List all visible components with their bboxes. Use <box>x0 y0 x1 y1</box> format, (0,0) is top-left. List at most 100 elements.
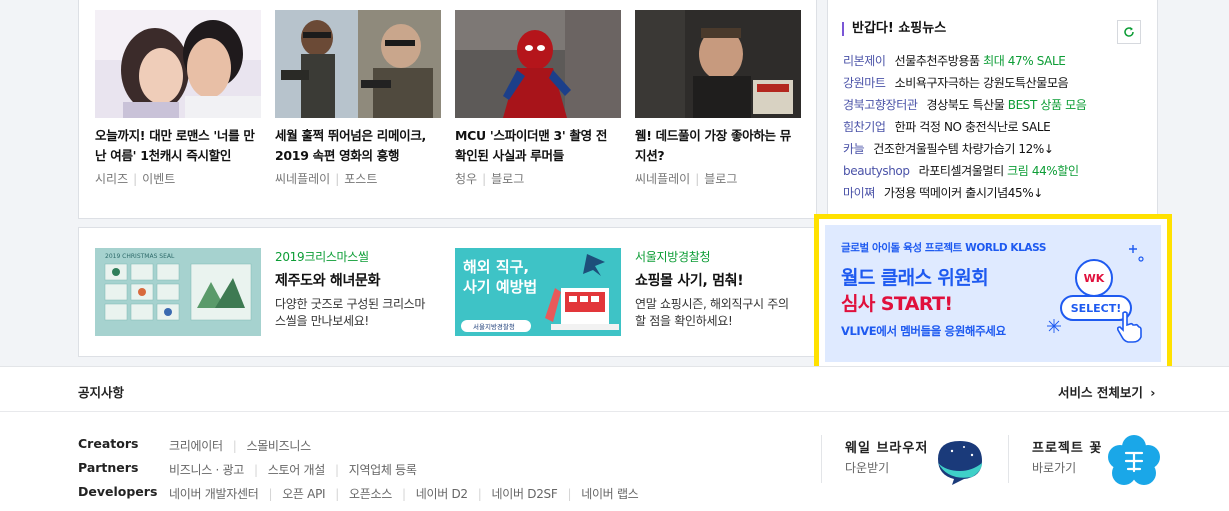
promo-thumbnail[interactable]: 2019 CHRISTMAS SEAL <box>95 248 261 336</box>
sparkle-icon <box>1129 245 1144 262</box>
video-title[interactable]: 오늘까지! 대만 로맨스 '너를 만난 여름' 1천캐시 즉시할인 <box>95 126 261 166</box>
news-shop[interactable]: 리본제이 <box>843 52 886 69</box>
promo-desc[interactable]: 연말 쇼핑시즌, 해외직구시 주의할 점을 확인하세요! <box>635 296 795 330</box>
footer-link[interactable]: 오픈 API <box>282 487 325 501</box>
news-shop[interactable]: 카늘 <box>843 140 865 157</box>
footer-link[interactable]: 네이버 D2SF <box>492 487 558 501</box>
news-item[interactable]: 리본제이 선물추천주방용품 최대 47% SALE <box>843 52 1086 74</box>
video-source[interactable]: 씨네플레이 <box>275 172 330 186</box>
promo-text: 서울지방경찰청 쇼핑몰 사기, 멈춰! 연말 쇼핑시즌, 해외직구시 주의할 점… <box>635 248 795 330</box>
footer-link[interactable]: 스토어 개설 <box>268 463 326 477</box>
news-item[interactable]: 강원마트 소비욕구자극하는 강원도특산물모음 <box>843 74 1086 96</box>
footer-divider <box>1008 435 1009 483</box>
news-item[interactable]: 경북고향장터관 경상북도 특산물 BEST 상품 모음 <box>843 96 1087 118</box>
video-type[interactable]: 블로그 <box>704 172 737 186</box>
video-source[interactable]: 청우 <box>455 172 477 186</box>
news-text[interactable]: 한파 걱정 NO 충전식난로 SALE <box>895 120 1051 134</box>
news-shop[interactable]: 마이쪄 <box>843 184 875 201</box>
video-card[interactable]: 오늘까지! 대만 로맨스 '너를 만난 여름' 1천캐시 즉시할인 시리즈 | 이벤… <box>95 10 261 187</box>
news-text[interactable]: 건조한겨울필수템 차량가습기 12%↓ <box>873 142 1054 156</box>
footer-links-partners: 비즈니스 · 광고 | 스토어 개설 | 지역업체 등록 <box>169 463 417 477</box>
news-item[interactable]: 마이쪄 가정용 떡메이커 출시기념45%↓ <box>843 184 1086 206</box>
footer: 공지사항 서비스 전체보기 › Creators 크리에이터 | 스몰비즈니스 Pa… <box>0 366 1229 511</box>
video-thumbnail[interactable] <box>95 10 261 118</box>
footer-link[interactable]: 비즈니스 · 광고 <box>169 463 244 477</box>
ad-banner-highlight: 글로벌 아이돌 육성 프로젝트 WORLD KLASS 월드 클래스 위원회 심… <box>814 214 1172 373</box>
video-meta: 씨네플레이 | 포스트 <box>275 172 378 186</box>
project-flower-title[interactable]: 프로젝트 꽃 <box>1032 437 1102 456</box>
footer-divider <box>821 435 822 483</box>
ad-banner[interactable]: 글로벌 아이돌 육성 프로젝트 WORLD KLASS 월드 클래스 위원회 심… <box>825 225 1161 362</box>
news-shop[interactable]: 강원마트 <box>843 74 886 91</box>
news-shop[interactable]: 힘찬기업 <box>843 118 886 135</box>
hand-pointer-icon <box>1116 311 1142 343</box>
news-highlight[interactable]: 크림 44%할인 <box>1007 164 1079 178</box>
ad-top-line: 글로벌 아이돌 육성 프로젝트 WORLD KLASS <box>841 242 1047 254</box>
shopping-news-panel: 반갑다! 쇼핑뉴스 리본제이 선물추천주방용품 최대 47% SALE 강원마트 소… <box>827 0 1158 217</box>
all-services-label: 서비스 전체보기 <box>1058 385 1143 400</box>
video-type[interactable]: 블로그 <box>491 172 524 186</box>
notice-label[interactable]: 공지사항 <box>78 382 124 401</box>
video-card[interactable]: 세월 훌쩍 뛰어넘은 리메이크, 2019 속편 영화의 흥행 씨네플레이 | 포스… <box>275 10 441 187</box>
footer-links-creators: 크리에이터 | 스몰비즈니스 <box>169 439 311 453</box>
promo-title[interactable]: 쇼핑몰 사기, 멈춰! <box>635 270 795 290</box>
sparkle-icon <box>1047 319 1061 333</box>
news-highlight[interactable]: 최대 47% SALE <box>983 54 1066 68</box>
video-type[interactable]: 이벤트 <box>142 172 175 186</box>
refresh-button[interactable] <box>1117 20 1141 44</box>
seal-caption: 2019 CHRISTMAS SEAL <box>105 253 175 260</box>
video-card[interactable]: 웸! 데드풀이 가장 좋아하는 뮤지션? 씨네플레이 | 블로그 <box>635 10 801 187</box>
news-item[interactable]: 카늘 건조한겨울필수템 차량가습기 12%↓ <box>843 140 1086 162</box>
whale-icon[interactable] <box>932 437 986 487</box>
news-text[interactable]: 라포티셀겨울멀티 <box>919 164 1008 178</box>
notice-bar: 공지사항 서비스 전체보기 › <box>0 367 1229 412</box>
video-source[interactable]: 씨네플레이 <box>635 172 690 186</box>
all-services-link[interactable]: 서비스 전체보기 › <box>1058 382 1155 401</box>
news-text[interactable]: 경상북도 특산물 <box>926 98 1007 112</box>
shopping-news-list: 리본제이 선물추천주방용품 최대 47% SALE 강원마트 소비욕구자극하는 강원… <box>843 52 1087 206</box>
video-source[interactable]: 시리즈 <box>95 172 128 186</box>
refresh-icon <box>1124 27 1134 37</box>
news-shop[interactable]: 경북고향장터관 <box>843 96 918 113</box>
flower-icon[interactable] <box>1108 435 1160 487</box>
video-meta: 청우 | 블로그 <box>455 172 525 186</box>
project-flower-link[interactable]: 바로가기 <box>1032 459 1076 476</box>
news-shop[interactable]: beautyshop <box>843 164 910 178</box>
footer-link[interactable]: 네이버 D2 <box>416 487 468 501</box>
footer-link[interactable]: 지역업체 등록 <box>349 463 417 477</box>
news-text[interactable]: 선물추천주방용품 <box>895 54 984 68</box>
news-text[interactable]: 소비욕구자극하는 강원도특산물모음 <box>895 76 1069 90</box>
video-thumbnail[interactable] <box>455 10 621 118</box>
news-text[interactable]: 가정용 떡메이커 출시기념45%↓ <box>884 186 1043 200</box>
whale-browser-download[interactable]: 다운받기 <box>845 459 889 476</box>
video-title[interactable]: 세월 훌쩍 뛰어넘은 리메이크, 2019 속편 영화의 흥행 <box>275 126 441 166</box>
promo-category[interactable]: 2019크리스마스씰 <box>275 248 435 265</box>
ad-headline1: 월드 클래스 위원회 <box>841 267 989 289</box>
footer-link[interactable]: 크리에이터 <box>169 439 223 453</box>
video-title[interactable]: 웸! 데드풀이 가장 좋아하는 뮤지션? <box>635 126 801 166</box>
footer-link[interactable]: 네이버 랩스 <box>581 487 639 501</box>
promo-title[interactable]: 제주도와 해녀문화 <box>275 270 435 290</box>
video-thumbnail[interactable] <box>635 10 801 118</box>
police-logo-text: 서울지방경찰청 <box>473 322 515 331</box>
promo-category[interactable]: 서울지방경찰청 <box>635 248 795 265</box>
footer-link[interactable]: 오픈소스 <box>349 487 392 501</box>
ad-headline2: 심사 START! <box>841 293 953 315</box>
wk-badge: WK <box>1075 259 1113 297</box>
news-highlight[interactable]: BEST 상품 모음 <box>1008 98 1087 112</box>
news-item[interactable]: beautyshop 라포티셀겨울멀티 크림 44%할인 <box>843 162 1086 184</box>
promo-panel: 2019 CHRISTMAS SEAL 2019크리스마스씰 제주도와 해녀문화… <box>78 227 817 357</box>
footer-link[interactable]: 네이버 개발자센터 <box>169 487 259 501</box>
video-thumbnail[interactable] <box>275 10 441 118</box>
footer-link[interactable]: 스몰비즈니스 <box>246 439 311 453</box>
footer-label-partners: Partners <box>78 460 139 475</box>
thumb-line1: 해외 직구, <box>463 258 529 276</box>
news-item[interactable]: 힘찬기업 한파 걱정 NO 충전식난로 SALE <box>843 118 1086 140</box>
video-type[interactable]: 포스트 <box>344 172 377 186</box>
promo-thumbnail[interactable]: 해외 직구, 사기 예방법 서울지방경찰청 <box>455 248 621 336</box>
promo-desc[interactable]: 다양한 굿즈로 구성된 크리스마스씰을 만나보세요! <box>275 296 435 330</box>
video-title[interactable]: MCU '스파이더맨 3' 촬영 전 확인된 사실과 루머들 <box>455 126 621 166</box>
footer-label-developers: Developers <box>78 484 158 499</box>
video-card[interactable]: MCU '스파이더맨 3' 촬영 전 확인된 사실과 루머들 청우 | 블로그 <box>455 10 621 187</box>
whale-browser-title[interactable]: 웨일 브라우저 <box>845 437 928 456</box>
